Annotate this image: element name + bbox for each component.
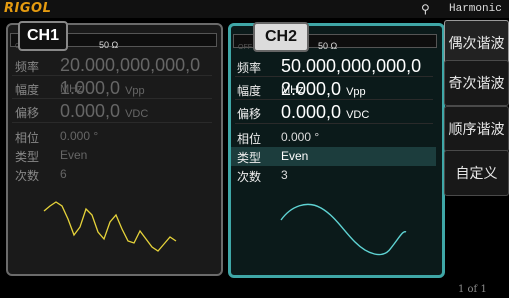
- channel1-tab[interactable]: CH1: [18, 21, 68, 51]
- channel1-impedance: 50 Ω: [99, 40, 119, 50]
- selected-row-highlight: [231, 147, 436, 166]
- ch2-amp-value[interactable]: 2.000,0 Vpp: [281, 79, 366, 100]
- status-bar: RIGOL ⚲ Harmonic: [0, 0, 509, 18]
- channel2-impedance: 50 Ω: [318, 41, 338, 51]
- brand-logo: RIGOL: [4, 1, 52, 16]
- separator: [235, 123, 433, 124]
- separator: [12, 75, 212, 76]
- separator: [12, 98, 212, 99]
- separator: [235, 99, 433, 100]
- usb-icon: ⚲: [421, 2, 430, 16]
- channel2-panel[interactable]: OFF 50 Ω CH2 频率 50.000,000,000,0 MHz 幅度 …: [228, 22, 445, 278]
- ch1-order-label: 次数: [15, 169, 40, 183]
- ch1-phase-label: 相位: [15, 131, 40, 145]
- ch2-freq-label: 频率: [237, 61, 262, 75]
- ch1-type-label: 类型: [15, 150, 40, 164]
- ch1-waveform-preview: [43, 201, 177, 252]
- ch1-type-value[interactable]: Even: [60, 148, 87, 162]
- ch1-amp-label: 幅度: [15, 83, 40, 97]
- ch2-type-label: 类型: [237, 151, 262, 165]
- ch2-offset-value[interactable]: 0.000,0 VDC: [281, 102, 369, 123]
- ch1-phase-value[interactable]: 0.000 °: [60, 129, 98, 143]
- ch2-type-value[interactable]: Even: [281, 149, 308, 163]
- ch2-order-value[interactable]: 3: [281, 168, 288, 182]
- ch1-offset-value[interactable]: 0.000,0 VDC: [60, 101, 148, 122]
- softkey-user-defined[interactable]: 自定义: [444, 150, 509, 196]
- ch1-freq-label: 频率: [15, 60, 40, 74]
- channel2-state: OFF: [238, 44, 252, 51]
- page-indicator: 1 of 1: [458, 284, 487, 295]
- ch2-order-label: 次数: [237, 170, 262, 184]
- ch2-phase-label: 相位: [237, 132, 262, 146]
- separator: [235, 76, 433, 77]
- separator: [12, 122, 212, 123]
- mode-label: Harmonic: [449, 3, 502, 15]
- ch2-phase-value[interactable]: 0.000 °: [281, 130, 319, 144]
- ch1-order-value[interactable]: 6: [60, 167, 67, 181]
- softkey-odd-harmonic[interactable]: 奇次谐波: [444, 60, 509, 106]
- channel1-panel[interactable]: OFF 50 Ω CH1 频率 20.000,000,000,0 MHz 幅度 …: [6, 21, 223, 276]
- softkey-order-harmonic[interactable]: 顺序谐波: [444, 106, 509, 152]
- ch2-offset-label: 偏移: [237, 107, 262, 121]
- channel2-tab[interactable]: CH2: [253, 22, 309, 52]
- ch2-amp-label: 幅度: [237, 84, 262, 98]
- ch2-waveform-preview: [280, 203, 407, 256]
- ch1-offset-label: 偏移: [15, 106, 40, 120]
- ch1-amp-value[interactable]: 1.000,0 Vpp: [60, 78, 145, 99]
